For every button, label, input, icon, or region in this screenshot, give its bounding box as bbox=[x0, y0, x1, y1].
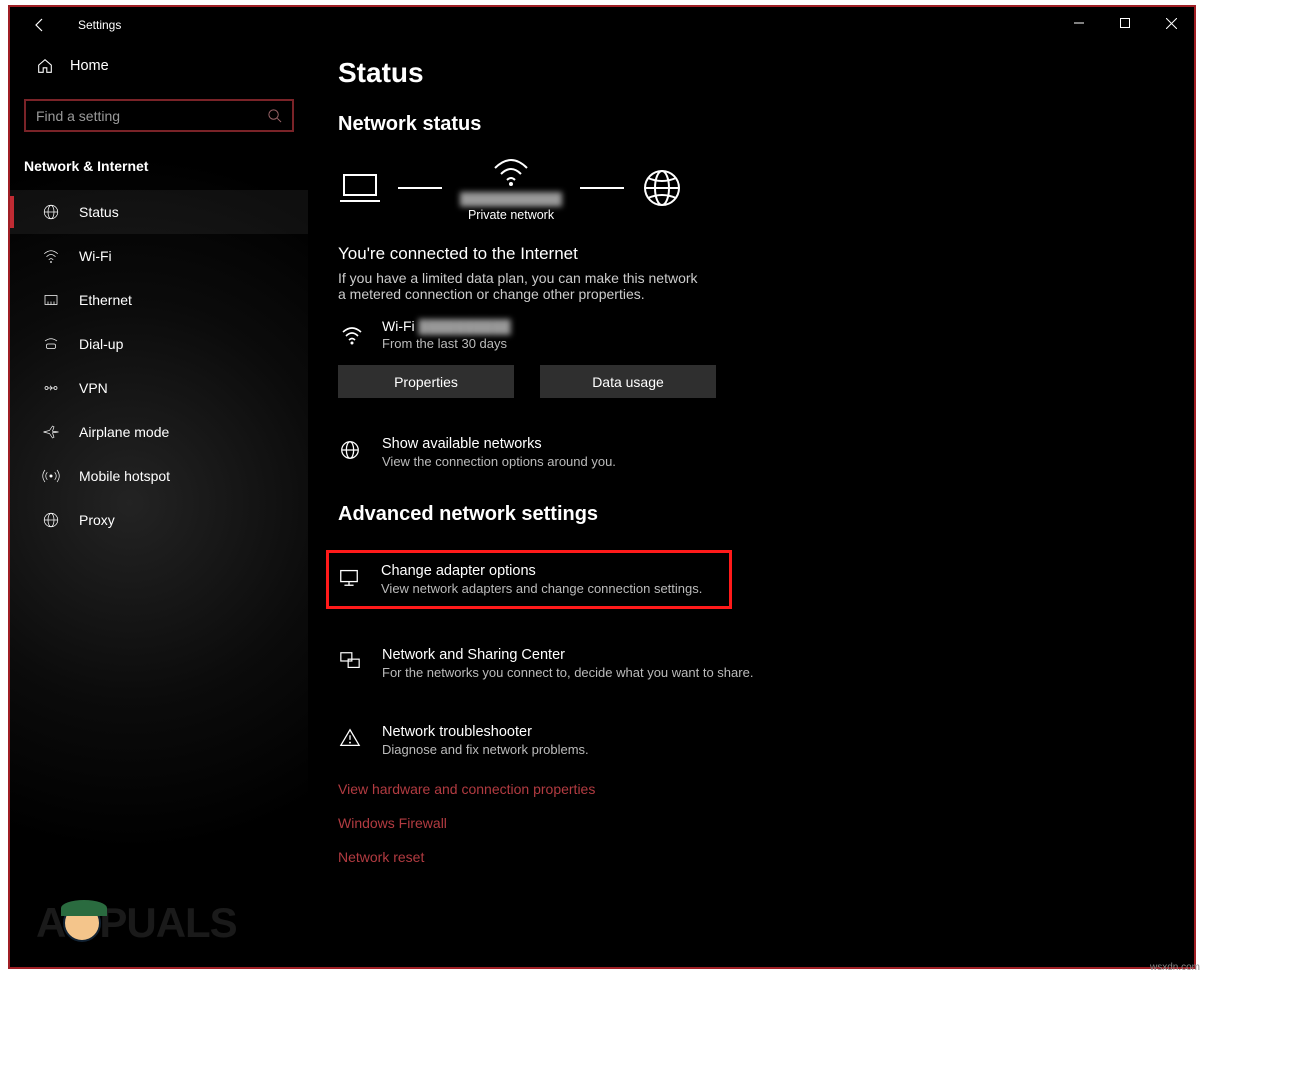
nav-item-wifi[interactable]: Wi-Fi bbox=[10, 234, 308, 278]
hotspot-icon bbox=[41, 466, 61, 486]
window-title: Settings bbox=[78, 18, 121, 32]
page-title: Status bbox=[338, 57, 1164, 89]
nav-label: Wi-Fi bbox=[79, 248, 112, 264]
vpn-icon bbox=[41, 378, 61, 398]
connection-name: Wi-Fi bbox=[382, 318, 415, 334]
wifi-icon bbox=[41, 246, 61, 266]
titlebar: Settings bbox=[10, 7, 1194, 43]
search-container bbox=[24, 99, 294, 132]
network-sharing-center[interactable]: Network and Sharing Center For the netwo… bbox=[338, 641, 1164, 686]
link-hardware-properties[interactable]: View hardware and connection properties bbox=[338, 781, 1164, 797]
change-adapter-options[interactable]: Change adapter options View network adap… bbox=[326, 550, 732, 609]
caption-buttons bbox=[1056, 7, 1194, 39]
data-usage-button[interactable]: Data usage bbox=[540, 365, 716, 398]
option-subtitle: View the connection options around you. bbox=[382, 454, 616, 469]
option-title: Network and Sharing Center bbox=[382, 647, 753, 663]
globe-icon bbox=[338, 438, 362, 462]
status-icon bbox=[41, 202, 61, 222]
sidebar: Home Network & Internet Status bbox=[10, 43, 308, 967]
nav-item-airplane[interactable]: Airplane mode bbox=[10, 410, 308, 454]
link-network-reset[interactable]: Network reset bbox=[338, 849, 1164, 865]
watermark-logo: APUALS bbox=[36, 899, 237, 947]
connection-subtitle: From the last 30 days bbox=[382, 336, 511, 351]
connection-row: Wi-Fi ██████████ From the last 30 days bbox=[338, 318, 1164, 351]
search-icon bbox=[267, 108, 282, 123]
wifi-large-icon bbox=[491, 154, 531, 188]
home-icon bbox=[36, 57, 54, 75]
connection-ssid-blurred: ██████████ bbox=[419, 319, 511, 334]
network-ssid-blurred: ████████████ bbox=[460, 192, 562, 206]
adapter-icon bbox=[337, 565, 361, 589]
network-type-label: Private network bbox=[468, 208, 554, 222]
properties-button[interactable]: Properties bbox=[338, 365, 514, 398]
category-heading: Network & Internet bbox=[10, 144, 308, 186]
option-subtitle: For the networks you connect to, decide … bbox=[382, 665, 753, 680]
airplane-icon bbox=[41, 422, 61, 442]
option-title: Show available networks bbox=[382, 436, 616, 452]
nav-label: Proxy bbox=[79, 512, 115, 528]
minimize-button[interactable] bbox=[1056, 7, 1102, 39]
advanced-heading: Advanced network settings bbox=[338, 503, 1164, 526]
connector-line bbox=[580, 187, 624, 189]
network-troubleshooter[interactable]: Network troubleshooter Diagnose and fix … bbox=[338, 718, 1164, 763]
nav-item-hotspot[interactable]: Mobile hotspot bbox=[10, 454, 308, 498]
nav-label: Status bbox=[79, 204, 119, 220]
nav-item-vpn[interactable]: VPN bbox=[10, 366, 308, 410]
nav-label: Dial-up bbox=[79, 336, 123, 352]
home-nav[interactable]: Home bbox=[10, 43, 308, 89]
globe-large-icon bbox=[642, 168, 682, 208]
search-input[interactable] bbox=[36, 108, 267, 124]
nav-item-dialup[interactable]: Dial-up bbox=[10, 322, 308, 366]
warning-icon bbox=[338, 726, 362, 750]
settings-window: Settings Home Networ bbox=[8, 5, 1196, 969]
nav-label: Airplane mode bbox=[79, 424, 169, 440]
maximize-button[interactable] bbox=[1102, 7, 1148, 39]
nav-item-proxy[interactable]: Proxy bbox=[10, 498, 308, 542]
nav-label: Ethernet bbox=[79, 292, 132, 308]
show-available-networks[interactable]: Show available networks View the connect… bbox=[338, 430, 1164, 475]
network-status-heading: Network status bbox=[338, 113, 1164, 136]
dialup-icon bbox=[41, 334, 61, 354]
main-content: Status Network status ████████████ Priva… bbox=[308, 43, 1194, 967]
sharing-icon bbox=[338, 649, 362, 673]
option-title: Change adapter options bbox=[381, 563, 702, 579]
option-subtitle: Diagnose and fix network problems. bbox=[382, 742, 589, 757]
link-windows-firewall[interactable]: Windows Firewall bbox=[338, 815, 1164, 831]
nav-label: Mobile hotspot bbox=[79, 468, 170, 484]
wifi-icon bbox=[338, 323, 366, 347]
connected-title: You're connected to the Internet bbox=[338, 244, 1164, 264]
home-label: Home bbox=[70, 58, 109, 74]
back-button[interactable] bbox=[24, 9, 56, 41]
nav-label: VPN bbox=[79, 380, 108, 396]
pc-icon bbox=[340, 171, 380, 205]
option-subtitle: View network adapters and change connect… bbox=[381, 581, 702, 596]
corner-watermark: wsxdn.com bbox=[1150, 962, 1300, 1085]
network-diagram: ████████████ Private network bbox=[340, 154, 1164, 222]
close-button[interactable] bbox=[1148, 7, 1194, 39]
nav-item-ethernet[interactable]: Ethernet bbox=[10, 278, 308, 322]
option-title: Network troubleshooter bbox=[382, 724, 589, 740]
connector-line bbox=[398, 187, 442, 189]
ethernet-icon bbox=[41, 290, 61, 310]
connected-subtitle: If you have a limited data plan, you can… bbox=[338, 270, 698, 302]
nav-list: Status Wi-Fi Ethernet Dial-up VPN bbox=[10, 190, 308, 542]
proxy-icon bbox=[41, 510, 61, 530]
nav-item-status[interactable]: Status bbox=[10, 190, 308, 234]
